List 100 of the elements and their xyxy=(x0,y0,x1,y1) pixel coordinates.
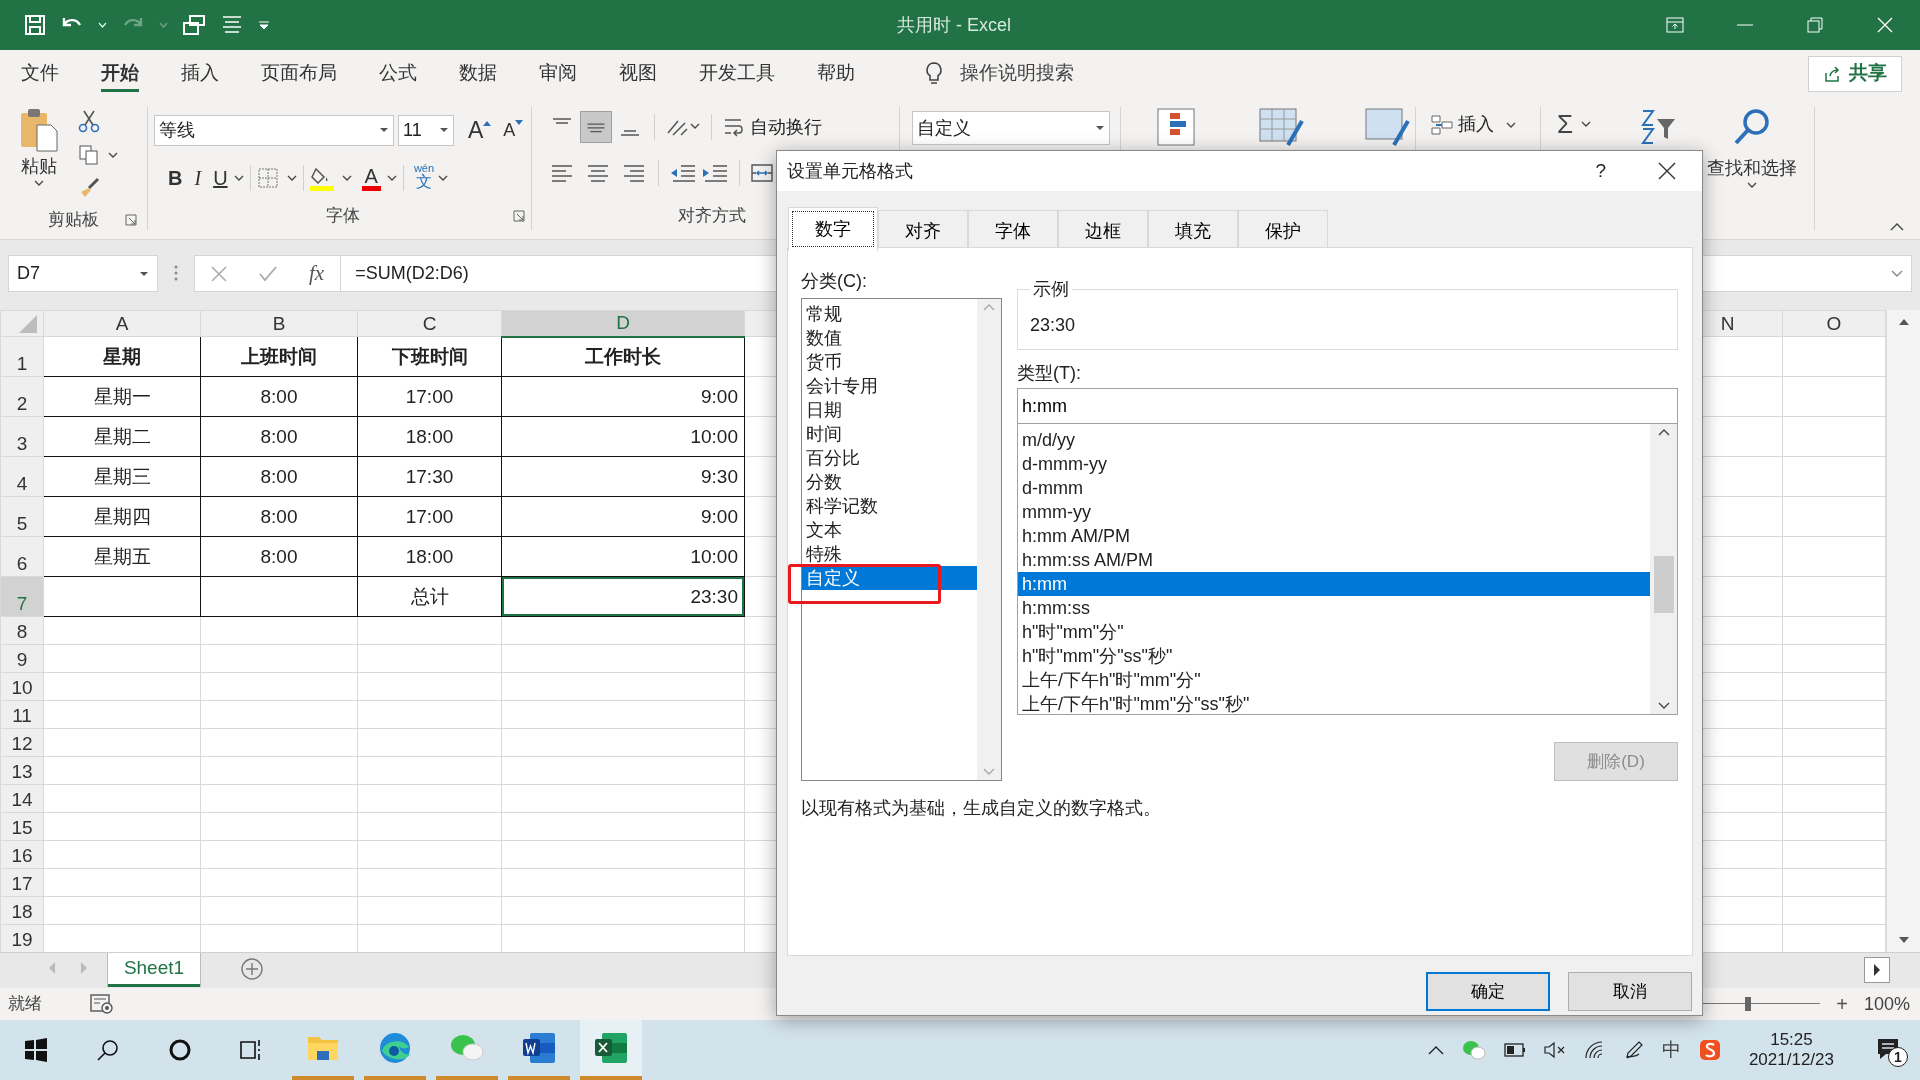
list-item[interactable]: 百分比 xyxy=(802,446,977,470)
zoom-in-button[interactable]: + xyxy=(1836,989,1848,1019)
cell-style-icon[interactable] xyxy=(1364,107,1410,147)
list-item[interactable]: 分数 xyxy=(802,470,977,494)
column-header[interactable]: B xyxy=(200,310,358,337)
column-header[interactable]: D xyxy=(501,310,745,337)
triangle-icon[interactable] xyxy=(515,120,524,126)
caret-icon[interactable] xyxy=(108,152,118,158)
table-cell[interactable]: 总计 xyxy=(357,576,502,617)
table-cell[interactable]: 17:00 xyxy=(357,496,502,537)
list-item[interactable]: 文本 xyxy=(802,518,977,542)
italic-button[interactable]: I xyxy=(188,163,208,193)
ribbon-tab[interactable]: 视图 xyxy=(598,50,678,97)
header-cell[interactable]: 上班时间 xyxy=(200,336,358,377)
list-item[interactable]: 上午/下午h"时"mm"分"ss"秒" xyxy=(1018,692,1650,716)
caret-icon[interactable] xyxy=(34,180,44,186)
search-field[interactable]: 操作说明搜索 xyxy=(960,59,1074,88)
row-header[interactable]: 4 xyxy=(0,456,44,497)
sogou-icon[interactable] xyxy=(1698,1039,1721,1061)
copy-icon[interactable] xyxy=(78,144,100,166)
caret-icon[interactable] xyxy=(438,175,449,181)
header-cell[interactable]: 工作时长 xyxy=(501,336,745,377)
sheet-tab[interactable]: Sheet1 xyxy=(108,953,200,987)
row-header[interactable]: 1 xyxy=(0,336,44,377)
table-cell[interactable]: 23:30 xyxy=(501,576,745,617)
ribbon-tab[interactable]: 公式 xyxy=(358,50,438,97)
paintbrush-icon[interactable] xyxy=(78,177,100,199)
row-header[interactable]: 6 xyxy=(0,536,44,577)
formula-field[interactable]: =SUM(D2:D6) xyxy=(355,260,469,287)
column-header[interactable]: A xyxy=(43,310,201,337)
ribbon-tab[interactable]: 开发工具 xyxy=(678,50,796,97)
font-name-field[interactable]: 等线 xyxy=(154,114,394,146)
insert-function-button[interactable]: fx xyxy=(309,257,325,290)
lightbulb-icon[interactable] xyxy=(924,60,944,87)
header-cell[interactable]: 星期 xyxy=(43,336,201,377)
table-cell[interactable]: 8:00 xyxy=(200,456,358,497)
row-header[interactable]: 11 xyxy=(0,700,44,729)
underline-button[interactable]: U xyxy=(207,163,234,193)
table-cell[interactable]: 星期一 xyxy=(43,376,201,417)
dialog-button[interactable]: 确定 xyxy=(1426,972,1550,1011)
list-item[interactable]: 会计专用 xyxy=(802,374,977,398)
table-cell[interactable]: 8:00 xyxy=(200,536,358,577)
caret-icon[interactable] xyxy=(1581,121,1592,127)
list-item[interactable]: 上午/下午h"时"mm"分" xyxy=(1018,668,1650,692)
row-header[interactable]: 18 xyxy=(0,896,44,925)
expand-caret-icon[interactable] xyxy=(1891,269,1903,278)
row-header[interactable]: 2 xyxy=(0,376,44,417)
dialog-launcher-icon[interactable] xyxy=(125,213,137,226)
ribbon-tab[interactable]: 审阅 xyxy=(518,50,598,97)
table-cell[interactable]: 星期四 xyxy=(43,496,201,537)
pen-icon[interactable] xyxy=(1623,1040,1644,1060)
table-format-icon[interactable] xyxy=(1258,107,1304,147)
caret-icon[interactable] xyxy=(233,175,244,181)
autosum-button[interactable]: Σ xyxy=(1557,111,1574,137)
table-cell[interactable]: 8:00 xyxy=(200,416,358,457)
ribbon-tab[interactable]: 页面布局 xyxy=(240,50,358,97)
list-item[interactable]: 自定义 xyxy=(802,566,977,590)
table-cell[interactable]: 8:00 xyxy=(200,496,358,537)
check-icon[interactable] xyxy=(259,265,277,282)
ribbon-tab[interactable]: 插入 xyxy=(160,50,240,97)
restore-icon[interactable] xyxy=(1807,17,1823,33)
list-item[interactable]: h:mm:ss AM/PM xyxy=(1018,548,1650,572)
caret-icon[interactable] xyxy=(1095,125,1105,131)
scroll-down-icon[interactable] xyxy=(1897,936,1910,944)
battery-icon[interactable] xyxy=(1503,1043,1526,1057)
dialog-tab[interactable]: 数字 xyxy=(788,207,878,251)
table-cell[interactable]: 9:00 xyxy=(501,496,745,537)
muted-speaker-icon[interactable] xyxy=(1543,1041,1566,1059)
row-header[interactable]: 16 xyxy=(0,840,44,869)
folder-icon[interactable] xyxy=(307,1034,339,1062)
share-button[interactable]: 共享 xyxy=(1808,55,1902,92)
input-method-indicator[interactable]: 中 xyxy=(1661,1035,1681,1065)
list-item[interactable]: 常规 xyxy=(802,302,977,326)
row-header[interactable]: 15 xyxy=(0,812,44,841)
list-item[interactable]: 特殊 xyxy=(802,542,977,566)
caret-icon[interactable] xyxy=(139,270,149,277)
browser-icon[interactable] xyxy=(378,1031,412,1065)
scroll-down-icon[interactable] xyxy=(1657,702,1670,710)
column-header[interactable]: O xyxy=(1782,310,1886,337)
slider-thumb[interactable] xyxy=(1744,997,1751,1011)
grow-font-button[interactable]: A xyxy=(462,115,498,145)
list-item[interactable]: h:mm xyxy=(1018,572,1650,596)
table-cell[interactable]: 17:30 xyxy=(357,456,502,497)
row-header[interactable]: 13 xyxy=(0,756,44,785)
sort-filter-icon[interactable] xyxy=(1639,107,1678,147)
list-item[interactable]: m/d/yy xyxy=(1018,428,1650,452)
bold-button[interactable]: B xyxy=(162,163,189,193)
row-header[interactable]: 12 xyxy=(0,728,44,757)
column-header[interactable]: C xyxy=(357,310,502,337)
table-cell[interactable]: 18:00 xyxy=(357,416,502,457)
row-header[interactable]: 9 xyxy=(0,644,44,673)
ribbon-tab[interactable]: 数据 xyxy=(438,50,518,97)
header-cell[interactable]: 下班时间 xyxy=(357,336,502,377)
conditional-format-icon[interactable] xyxy=(1156,107,1198,147)
caret-icon[interactable] xyxy=(286,175,297,181)
phonetic-button[interactable]: wén 文 xyxy=(409,163,439,193)
close-icon[interactable] xyxy=(1658,162,1676,180)
dialog-launcher-icon[interactable] xyxy=(513,210,525,222)
table-cell[interactable]: 10:00 xyxy=(501,416,745,457)
number-format-field[interactable]: 自定义 xyxy=(912,111,1110,145)
